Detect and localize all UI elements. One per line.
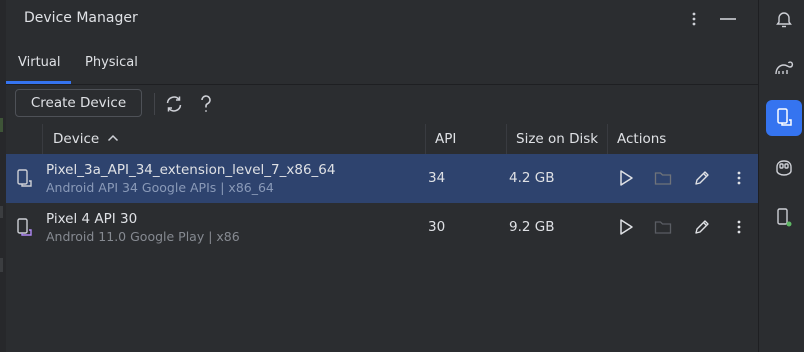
device-manager-panel: Device Manager Virtual Physical Create D… (6, 0, 758, 352)
edit-icon (695, 171, 709, 185)
launch-button[interactable] (615, 216, 637, 238)
device-details: Android 11.0 Google Play | x86 (46, 229, 240, 244)
copilot-button[interactable] (766, 150, 802, 186)
show-on-disk-button[interactable] (652, 167, 674, 189)
column-separator (506, 124, 507, 154)
tab-bar: Virtual Physical (6, 44, 758, 85)
toolbar-separator (154, 93, 155, 115)
column-header-actions: Actions (617, 131, 667, 147)
running-devices-button[interactable] (766, 200, 802, 236)
show-on-disk-button[interactable] (652, 216, 674, 238)
tab-virtual[interactable]: Virtual (6, 44, 71, 84)
gradle-icon (775, 61, 794, 75)
device-details: Android API 34 Google APIs | x86_64 (46, 180, 274, 195)
edit-icon (695, 220, 709, 234)
toolbar: Create Device (6, 85, 758, 123)
device-api: 34 (428, 170, 446, 186)
column-separator (607, 124, 608, 154)
panel-title: Device Manager (24, 10, 138, 26)
more-vertical-icon (737, 220, 741, 234)
virtual-device-icon (17, 169, 32, 187)
table-row[interactable]: Pixel_3a_API_34_extension_level_7_x86_64… (6, 154, 758, 203)
create-device-button[interactable]: Create Device (15, 89, 142, 117)
minimize-icon (720, 18, 736, 20)
copilot-icon (776, 160, 792, 176)
device-manager-button[interactable] (766, 100, 802, 136)
more-vertical-icon (692, 12, 696, 26)
column-header-device[interactable]: Device (53, 124, 119, 154)
column-header-device-label: Device (53, 131, 100, 147)
folder-icon (654, 172, 672, 185)
running-devices-icon (777, 208, 792, 227)
play-icon (620, 219, 633, 235)
edit-button[interactable] (691, 167, 713, 189)
notifications-icon (776, 12, 792, 28)
hide-panel-button[interactable] (717, 8, 739, 30)
tab-physical-label: Physical (85, 55, 138, 70)
row-more-button[interactable] (728, 216, 750, 238)
device-api: 30 (428, 219, 446, 235)
table-header: Device API Size on Disk Actions (6, 124, 758, 155)
play-icon (620, 170, 633, 186)
refresh-icon (166, 96, 182, 112)
column-header-size[interactable]: Size on Disk (516, 124, 598, 154)
right-tool-stripe (758, 0, 804, 352)
device-size: 9.2 GB (509, 219, 555, 235)
column-separator (42, 124, 43, 154)
device-size: 4.2 GB (509, 170, 555, 186)
column-header-api[interactable]: API (435, 124, 456, 154)
sort-ascending-icon (108, 134, 119, 142)
row-more-button[interactable] (728, 167, 750, 189)
help-button[interactable] (194, 92, 218, 116)
refresh-button[interactable] (162, 92, 186, 116)
notifications-button[interactable] (766, 1, 802, 37)
tab-virtual-label: Virtual (18, 55, 61, 70)
help-icon (201, 95, 211, 112)
panel-options-button[interactable] (683, 8, 705, 30)
virtual-device-icon (17, 218, 32, 236)
edit-button[interactable] (691, 216, 713, 238)
tab-physical[interactable]: Physical (73, 44, 150, 84)
more-vertical-icon (737, 171, 741, 185)
device-name: Pixel 4 API 30 (46, 211, 138, 227)
column-separator (425, 124, 426, 154)
launch-button[interactable] (615, 167, 637, 189)
gradle-button[interactable] (766, 50, 802, 86)
folder-icon (654, 221, 672, 234)
table-row[interactable]: Pixel 4 API 30 Android 11.0 Google Play … (6, 203, 758, 252)
device-table: Device API Size on Disk Actions Pixel_3a… (6, 124, 758, 352)
panel-header: Device Manager (6, 0, 758, 38)
device-manager-icon (777, 108, 792, 126)
device-name: Pixel_3a_API_34_extension_level_7_x86_64 (46, 162, 336, 178)
